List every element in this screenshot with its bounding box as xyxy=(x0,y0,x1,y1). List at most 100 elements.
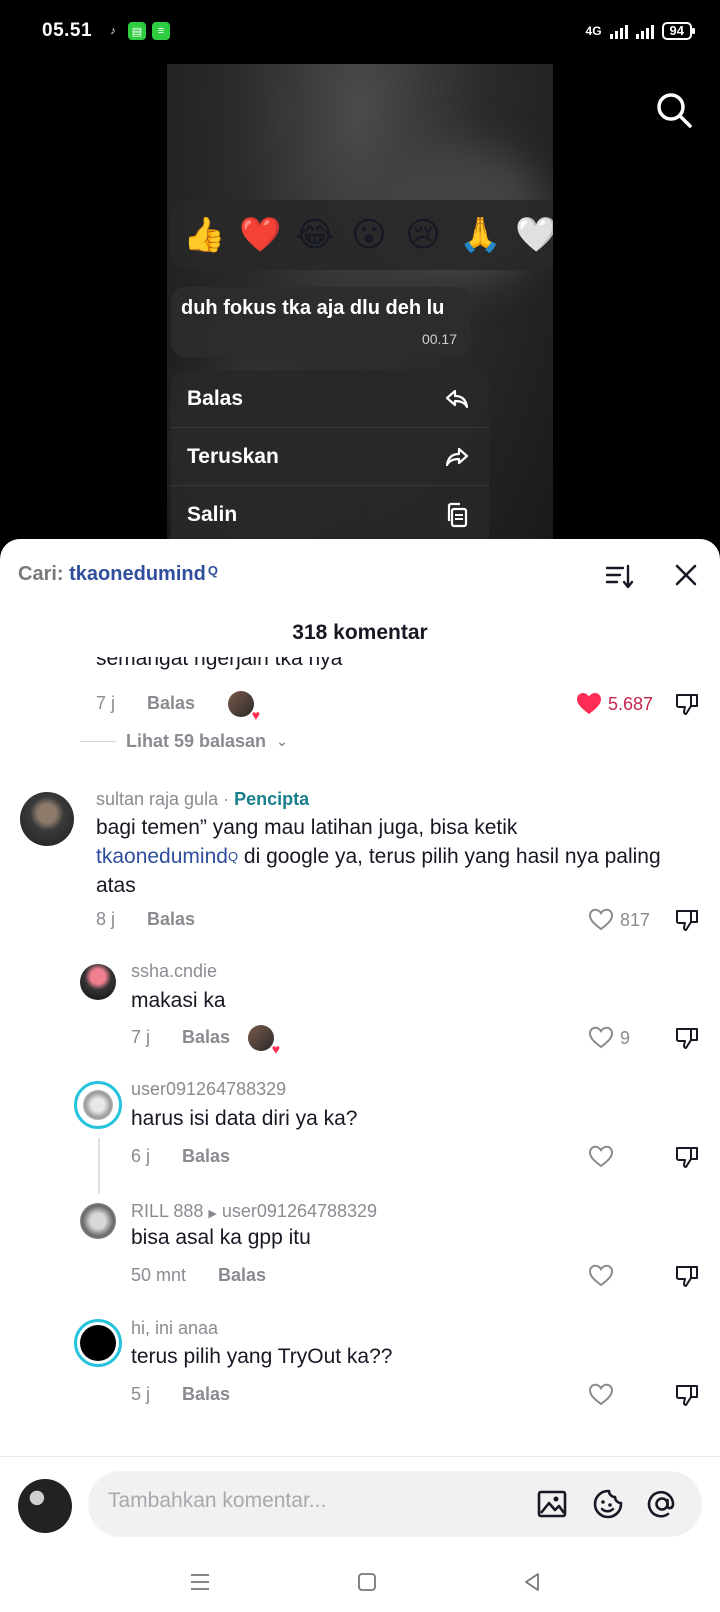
message-app-icon: ▤ xyxy=(128,22,146,40)
menu-item-label: Balas xyxy=(187,386,244,410)
battery-icon: 94 xyxy=(661,22,696,40)
reaction-thumbs-up[interactable]: 👍 xyxy=(183,215,225,255)
avatar[interactable] xyxy=(80,1203,116,1239)
reaction-white-heart[interactable]: 🤍 xyxy=(515,215,553,255)
creator-liked-avatar xyxy=(228,691,260,723)
dislike-icon[interactable] xyxy=(674,1263,700,1289)
system-icons: 4G 94 xyxy=(585,22,696,40)
comment-username[interactable]: RILL 888 ▶ user091264788329 xyxy=(131,1201,377,1222)
dislike-icon[interactable] xyxy=(674,907,700,933)
search-term[interactable]: tkaonedumind xyxy=(69,563,206,585)
comment-time: 6 j xyxy=(131,1146,151,1166)
message-time: 00.17 xyxy=(421,331,457,347)
reply-to-user[interactable]: user091264788329 xyxy=(222,1201,377,1221)
menu-item-reply[interactable]: Balas xyxy=(171,370,489,428)
dislike-icon[interactable] xyxy=(674,1025,700,1051)
comment-username[interactable]: sultan raja gula · Pencipta xyxy=(96,789,309,810)
avatar[interactable] xyxy=(80,964,116,1000)
comment-time: 7 j xyxy=(96,693,116,713)
signal-icon xyxy=(609,23,628,39)
message-text: duh fokus tka aja dlu deh lu xyxy=(181,297,445,319)
menu-nav-icon[interactable] xyxy=(188,1570,212,1594)
reaction-wow[interactable]: 😮 xyxy=(351,215,387,255)
reply-button[interactable]: Balas xyxy=(182,1146,230,1167)
heart-outline-icon xyxy=(588,1383,614,1406)
sticker-icon[interactable] xyxy=(592,1488,624,1520)
comment-text-partial: semangat ngerjain tka nya xyxy=(96,657,343,670)
comment-meta: 7 j Balas xyxy=(131,1027,230,1048)
heart-filled-icon xyxy=(577,693,601,714)
comment-meta: 7 j Balas xyxy=(96,693,195,714)
reaction-laugh[interactable]: 😂 xyxy=(295,215,335,255)
like-button[interactable] xyxy=(588,1263,614,1289)
signal-icon-2 xyxy=(635,23,654,39)
like-count: 5.687 xyxy=(608,693,654,714)
menu-item-label: Teruskan xyxy=(187,444,279,468)
reply-button[interactable]: Balas xyxy=(182,1384,230,1405)
comment-text: bagi temen” yang mau latihan juga, bisa … xyxy=(96,816,661,897)
reaction-heart[interactable]: ❤️ xyxy=(239,215,281,255)
menu-item-forward[interactable]: Teruskan xyxy=(171,428,489,486)
heart-outline-icon xyxy=(588,1145,614,1168)
avatar[interactable] xyxy=(74,1081,122,1129)
comment-text: bisa asal ka gpp itu xyxy=(131,1226,311,1249)
reaction-bar: 👍 ❤️ 😂 😮 😢 🙏 🤍 xyxy=(171,200,553,270)
avatar[interactable] xyxy=(20,792,74,846)
reply-button[interactable]: Balas xyxy=(147,909,195,930)
mention-icon[interactable] xyxy=(646,1488,678,1520)
clock: 05.51 xyxy=(42,20,93,41)
system-nav-bar xyxy=(0,1556,720,1612)
like-button[interactable]: 5.687 xyxy=(576,691,653,717)
home-nav-icon[interactable] xyxy=(355,1570,379,1594)
search-icon[interactable] xyxy=(654,90,694,130)
creator-badge: Pencipta xyxy=(234,789,310,809)
reaction-pray[interactable]: 🙏 xyxy=(459,215,501,255)
search-small-icon: Q xyxy=(207,563,218,578)
close-icon[interactable] xyxy=(672,561,700,589)
search-prefix: Cari: xyxy=(18,563,64,585)
back-nav-icon[interactable] xyxy=(520,1570,544,1594)
reply-button[interactable]: Balas xyxy=(182,1027,230,1048)
comment-username[interactable]: ssha.cndie xyxy=(131,961,217,982)
comment-field[interactable] xyxy=(88,1471,702,1537)
comment-time: 5 j xyxy=(131,1384,151,1404)
like-button[interactable]: 9 xyxy=(588,1025,630,1051)
view-replies-button[interactable]: Lihat 59 balasan ⌄ xyxy=(80,731,288,752)
chevron-down-icon: ⌄ xyxy=(276,733,288,749)
comment-list[interactable]: semangat ngerjain tka nya 7 j Balas 5.68… xyxy=(0,657,720,1495)
comment-time: 8 j xyxy=(96,909,116,929)
search-query[interactable]: Cari: tkaonedumind Q xyxy=(18,563,218,586)
reply-button[interactable]: Balas xyxy=(218,1265,266,1286)
dislike-icon[interactable] xyxy=(674,1382,700,1408)
menu-item-copy[interactable]: Salin xyxy=(171,486,489,544)
keyword-link[interactable]: tkaonedumind xyxy=(96,845,228,868)
comment-meta: 5 j Balas xyxy=(131,1384,230,1405)
dislike-icon[interactable] xyxy=(674,691,700,717)
image-icon[interactable] xyxy=(536,1488,568,1520)
comment-count: 318 komentar xyxy=(292,621,428,644)
comment-input[interactable] xyxy=(108,1489,508,1513)
search-small-icon: Q xyxy=(227,849,239,864)
like-count: 817 xyxy=(620,909,651,930)
like-button[interactable] xyxy=(588,1382,614,1408)
comment-text: harus isi data diri ya ka? xyxy=(131,1107,358,1130)
reply-button[interactable]: Balas xyxy=(147,693,195,714)
like-button[interactable]: 817 xyxy=(588,907,650,933)
like-button[interactable] xyxy=(588,1144,614,1170)
comments-header: Cari: tkaonedumind Q xyxy=(0,539,720,609)
comment-username[interactable]: hi, ini anaa xyxy=(131,1318,218,1339)
like-count: 9 xyxy=(620,1027,631,1048)
my-avatar xyxy=(18,1479,72,1533)
avatar[interactable] xyxy=(74,1319,122,1367)
notification-icons: ♪ ▤ ≡ xyxy=(104,22,170,40)
comment-username[interactable]: user091264788329 xyxy=(131,1079,286,1100)
sort-icon[interactable] xyxy=(604,561,634,591)
comment-text: terus pilih yang TryOut ka?? xyxy=(131,1345,393,1368)
reaction-cry[interactable]: 😢 xyxy=(405,215,441,255)
view-replies-label: Lihat 59 balasan xyxy=(126,731,267,751)
dislike-icon[interactable] xyxy=(674,1144,700,1170)
comment-meta: 50 mnt Balas xyxy=(131,1265,266,1286)
network-type: 4G xyxy=(585,24,602,38)
creator-liked-avatar xyxy=(248,1025,280,1057)
reply-arrow-icon: ▶ xyxy=(208,1208,217,1220)
